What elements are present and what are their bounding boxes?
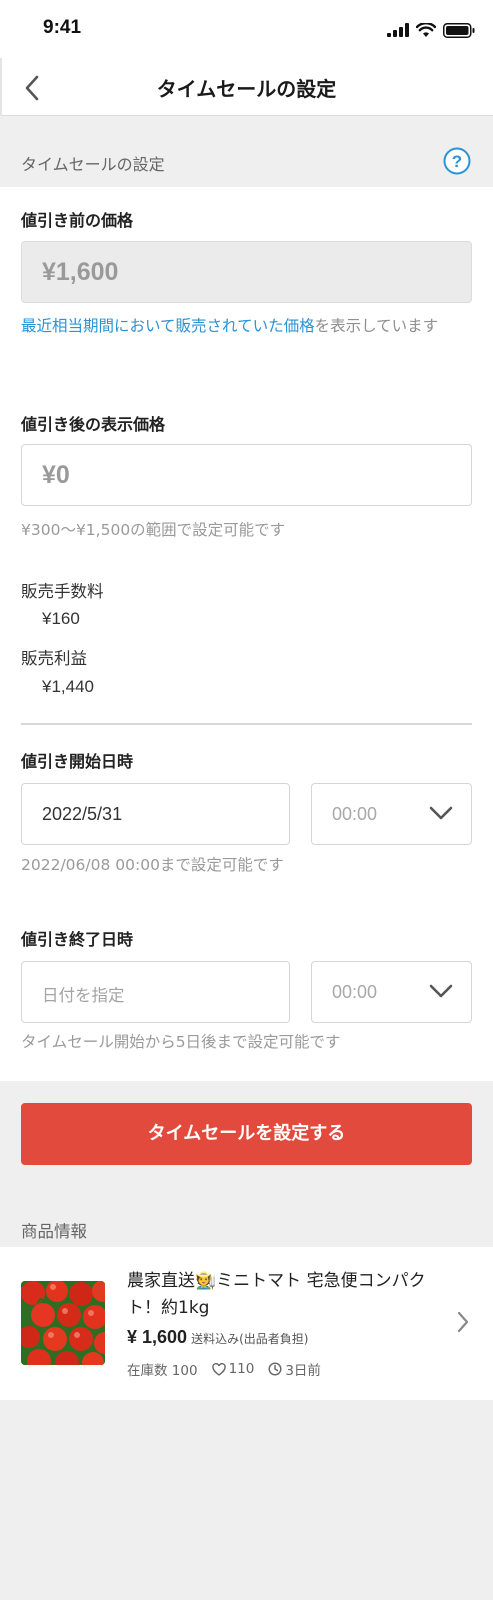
help-button[interactable]: ? bbox=[443, 147, 471, 175]
original-price-note-link[interactable]: 最近相当期間において販売されていた価格 bbox=[21, 317, 315, 335]
original-price-note: 最近相当期間において販売されていた価格を表示しています bbox=[21, 313, 461, 340]
original-price-label: 値引き前の価格 bbox=[21, 211, 134, 230]
chevron-down-icon bbox=[429, 984, 453, 998]
start-time-select[interactable]: 00:00 bbox=[311, 783, 472, 845]
product-price-note: 送料込み(出品者負担) bbox=[191, 1332, 309, 1346]
chevron-right-icon bbox=[457, 1311, 469, 1333]
profit-label: 販売利益 bbox=[21, 649, 87, 668]
start-date-value: 2022/5/31 bbox=[42, 804, 123, 824]
fee-label: 販売手数料 bbox=[21, 582, 104, 601]
status-bar: 9:41 bbox=[0, 0, 493, 58]
divider bbox=[21, 723, 472, 725]
product-price-row: ¥ 1,600 送料込み(出品者負担) bbox=[127, 1327, 308, 1348]
sale-price-label: 値引き後の表示価格 bbox=[21, 415, 166, 434]
heart-icon bbox=[211, 1362, 226, 1376]
end-datetime-label: 値引き終了日時 bbox=[21, 930, 134, 949]
stock-count: 在庫数 100 bbox=[127, 1363, 198, 1379]
section-header: タイムセールの設定 ? bbox=[0, 117, 493, 187]
help-icon: ? bbox=[443, 147, 471, 175]
clock-icon bbox=[268, 1362, 282, 1376]
end-datetime-hint: タイムセール開始から5日後まで設定可能です bbox=[21, 1033, 341, 1051]
original-price-value: ¥1,600 bbox=[42, 258, 119, 286]
product-meta: 在庫数 100 110 3日前 bbox=[127, 1359, 335, 1379]
end-time-select[interactable]: 00:00 bbox=[311, 961, 472, 1023]
end-time-value: 00:00 bbox=[332, 982, 378, 1002]
end-date-placeholder: 日付を指定 bbox=[42, 987, 125, 1005]
set-time-sale-button[interactable]: タイムセールを設定する bbox=[21, 1103, 472, 1165]
product-info-header: 商品情報 bbox=[21, 1222, 87, 1241]
original-price-field: ¥1,600 bbox=[21, 241, 472, 303]
section-header-label: タイムセールの設定 bbox=[21, 155, 165, 174]
page-title: タイムセールの設定 bbox=[156, 77, 337, 101]
form-card: 値引き前の価格 ¥1,600 最近相当期間において販売されていた価格を表示してい… bbox=[0, 187, 493, 1081]
tomato-image bbox=[21, 1281, 105, 1365]
profit-value: ¥1,440 bbox=[42, 677, 94, 696]
product-card[interactable]: 農家直送🧑‍🌾ミニトマト 宅急便コンパクト！約1kg ¥ 1,600 送料込み(… bbox=[0, 1247, 493, 1400]
sale-price-input[interactable]: ¥0 bbox=[21, 444, 472, 506]
posted-time-value: 3日前 bbox=[285, 1363, 321, 1379]
start-datetime-label: 値引き開始日時 bbox=[21, 752, 134, 771]
product-price: ¥ 1,600 bbox=[127, 1327, 188, 1347]
signal-icon bbox=[387, 23, 409, 37]
nav-bar: タイムセールの設定 bbox=[0, 58, 493, 116]
wifi-icon bbox=[416, 22, 436, 37]
start-datetime-hint: 2022/06/08 00:00まで設定可能です bbox=[21, 856, 284, 874]
original-price-note-text: を表示しています bbox=[314, 317, 439, 335]
like-count: 110 bbox=[211, 1361, 255, 1377]
posted-time: 3日前 bbox=[268, 1359, 321, 1379]
start-time-value: 00:00 bbox=[332, 804, 378, 824]
chevron-down-icon bbox=[429, 806, 453, 820]
status-time: 9:41 bbox=[43, 17, 82, 38]
start-date-input[interactable]: 2022/5/31 bbox=[21, 783, 290, 845]
status-icons bbox=[387, 20, 475, 40]
sale-price-placeholder: ¥0 bbox=[42, 461, 70, 489]
end-date-input[interactable]: 日付を指定 bbox=[21, 961, 290, 1023]
like-count-value: 110 bbox=[228, 1361, 255, 1377]
product-title: 農家直送🧑‍🌾ミニトマト 宅急便コンパクト！約1kg bbox=[127, 1271, 426, 1318]
battery-icon bbox=[443, 22, 475, 38]
sale-price-hint: ¥300〜¥1,500の範囲で設定可能です bbox=[21, 521, 286, 539]
fee-value: ¥160 bbox=[42, 609, 80, 628]
product-thumbnail bbox=[21, 1281, 105, 1365]
svg-text:?: ? bbox=[452, 152, 462, 171]
